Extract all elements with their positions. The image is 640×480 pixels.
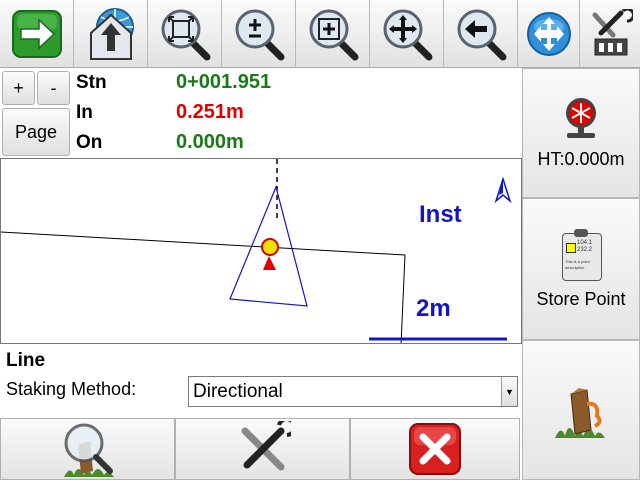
page-button[interactable]: Page [2,108,70,156]
gnss-button[interactable] [518,0,580,68]
options-button[interactable] [175,418,350,480]
settings-tools-icon [592,8,633,55]
scale-label: 2m [416,295,451,322]
prism-target-icon [566,97,596,138]
info-label-stn: Stn [76,72,107,93]
pan-button[interactable] [370,0,444,68]
info-value-in: 0.251m [176,101,244,123]
zoom-previous-icon [457,9,506,60]
zoom-window-icon [309,9,358,60]
pan-icon [383,9,432,60]
prism-marker [261,238,279,256]
note-line-2: 232.2 [577,246,593,253]
zoom-in-out-icon [235,9,284,60]
options-tools-icon [241,421,291,471]
north-up-icon [89,7,134,60]
staking-method-select[interactable]: Directional ▼ [188,376,518,407]
cancel-button[interactable] [350,418,520,480]
page-minus-button[interactable]: - [37,71,70,105]
info-label-on: On [76,132,103,153]
mode-label: Inst [419,201,462,228]
close-icon [409,423,461,475]
survey-button[interactable] [0,418,175,480]
staking-method-label: Staking Method: [6,379,137,399]
zoom-previous-button[interactable] [444,0,518,68]
map-view[interactable]: Inst 2m [0,158,522,344]
point-note-icon: 104.1 232.2 This is a point description [560,228,602,281]
gnss-icon [526,11,571,56]
survey-stake-icon [63,423,114,477]
chevron-down-icon[interactable]: ▼ [501,377,517,406]
info-value-stn: 0+001.951 [176,71,272,93]
target-height-button[interactable]: HT:0.000m [522,68,640,198]
page-plus-button[interactable]: + [2,71,35,105]
stake-line [1,231,406,343]
info-value-on: 0.000m [176,131,244,153]
zoom-extents-button[interactable] [148,0,222,68]
next-arrow-icon [11,9,62,58]
staking-method-value: Directional [193,380,283,402]
zoom-in-out-button[interactable] [222,0,296,68]
store-point-button[interactable]: 104.1 232.2 This is a point description … [522,198,640,340]
zoom-window-button[interactable] [296,0,370,68]
settings-tools-button[interactable] [580,0,640,68]
stake-button[interactable] [522,340,640,480]
survey-stake-icon [555,388,605,438]
line-title: Line [6,350,46,371]
note-line-1: 104.1 [577,239,593,246]
zoom-extents-icon [161,9,210,60]
north-up-button[interactable] [74,0,148,68]
info-label-in: In [76,102,93,123]
note-line-3: This is a point [565,258,590,264]
next-button[interactable] [0,0,74,68]
target-height-label: HT:0.000m [537,148,625,169]
note-line-4: description [565,264,585,270]
store-point-label: Store Point [536,288,626,309]
